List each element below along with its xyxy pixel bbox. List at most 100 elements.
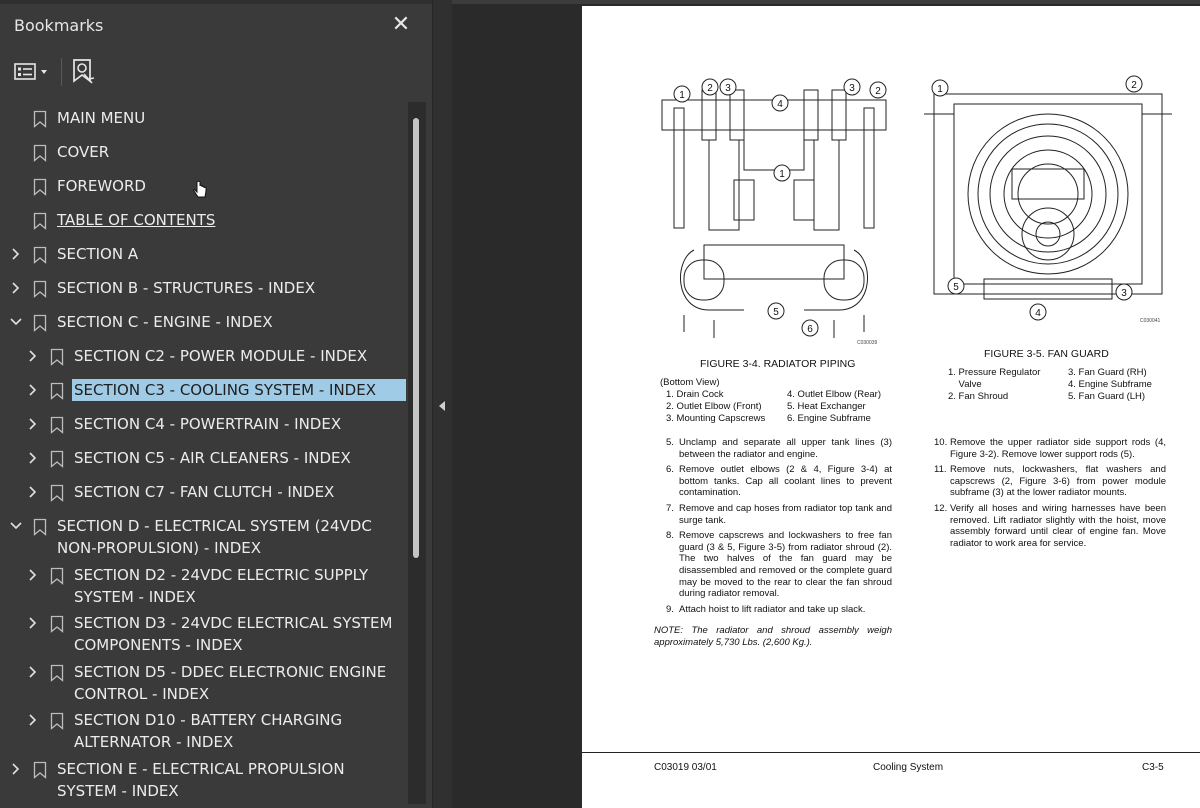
bookmark-item[interactable]: MAIN MENU [0, 107, 406, 129]
figure-3-4-caption: FIGURE 3-4. RADIATOR PIPING [700, 358, 856, 370]
svg-text:1: 1 [779, 169, 785, 180]
step-text: Remove outlet elbows (2 & 4, Figure 3-4)… [679, 464, 892, 499]
bookmark-icon [33, 212, 47, 230]
scrollbar-thumb[interactable] [413, 118, 419, 558]
bookmark-item[interactable]: SECTION D10 - BATTERY CHARGING ALTERNATO… [0, 709, 406, 753]
bookmark-item[interactable]: SECTION D - ELECTRICAL SYSTEM (24VDC NON… [0, 515, 406, 559]
bookmark-item[interactable]: SECTION C3 - COOLING SYSTEM - INDEX [0, 379, 406, 401]
close-panel-button[interactable]: ✕ [388, 12, 414, 38]
chevron-right-icon[interactable] [26, 568, 40, 582]
bookmark-item[interactable]: SECTION B - STRUCTURES - INDEX [0, 277, 406, 299]
bookmark-item[interactable]: SECTION C2 - POWER MODULE - INDEX [0, 345, 406, 367]
figure-3-4-legend-right: 4. Outlet Elbow (Rear) 5. Heat Exchanger 6… [787, 389, 881, 425]
bookmark-icon [33, 178, 47, 196]
new-bookmark-icon [73, 59, 95, 84]
chevron-right-icon[interactable] [9, 281, 23, 295]
step-number: 6. [666, 464, 674, 476]
bookmark-options-button[interactable] [12, 60, 52, 84]
fan-guard-figure: 1 2 5 4 3 [924, 75, 1172, 321]
step-number: 12. [934, 502, 948, 514]
step-text: Remove the upper radiator side support r… [950, 437, 1166, 460]
chevron-down-icon[interactable] [9, 315, 23, 329]
svg-text:1: 1 [937, 84, 943, 95]
bookmark-item[interactable]: SECTION D5 - DDEC ELECTRONIC ENGINE CONT… [0, 661, 406, 705]
chevron-right-icon[interactable] [26, 485, 40, 499]
chevron-right-icon[interactable] [26, 665, 40, 679]
figure-3-5-legend-left: 1. Pressure Regulator Valve 2. Fan Shroud [948, 367, 1040, 403]
bookmark-label: SECTION D10 - BATTERY CHARGING ALTERNATO… [74, 711, 343, 751]
figure-code: C030041 [1140, 318, 1161, 324]
legend-entry: 3. Fan Guard (RH) [1068, 367, 1147, 378]
bookmark-item[interactable]: SECTION C5 - AIR CLEANERS - INDEX [0, 447, 406, 469]
chevron-right-icon[interactable] [26, 616, 40, 630]
bookmark-item[interactable]: SECTION D2 - 24VDC ELECTRIC SUPPLY SYSTE… [0, 564, 406, 608]
chevron-right-icon[interactable] [26, 451, 40, 465]
bookmark-item[interactable]: SECTION A [0, 243, 406, 265]
bookmark-icon [50, 615, 64, 633]
svg-text:2: 2 [875, 86, 881, 97]
bookmark-icon [50, 382, 64, 400]
bookmark-item[interactable]: SECTION C7 - FAN CLUTCH - INDEX [0, 481, 406, 503]
bookmark-icon [33, 314, 47, 332]
step-text: Remove and cap hoses from radiator top t… [679, 502, 892, 526]
figure-3-5-caption: FIGURE 3-5. FAN GUARD [984, 348, 1109, 360]
new-bookmark-button[interactable] [70, 57, 96, 85]
footer-doc-code: C03019 03/01 [654, 762, 717, 773]
chevron-right-icon[interactable] [26, 349, 40, 363]
bookmark-label: SECTION C3 - COOLING SYSTEM - INDEX [72, 379, 406, 401]
bookmark-label: FOREWORD [57, 177, 146, 195]
bookmark-label: SECTION C5 - AIR CLEANERS - INDEX [74, 449, 351, 467]
bookmark-icon [33, 144, 47, 162]
procedure-step: 8. Remove capscrews and lockwashers to fr… [666, 530, 892, 600]
bookmark-icon [50, 484, 64, 502]
chevron-right-icon[interactable] [26, 713, 40, 727]
bookmarks-panel: Bookmarks ✕ MAIN MENU COVER FOREWORD TABLE … [0, 0, 432, 808]
bookmark-label: SECTION E - ELECTRICAL PROPULSION SYSTEM… [57, 760, 345, 800]
svg-text:1: 1 [679, 90, 685, 101]
svg-text:3: 3 [725, 83, 731, 94]
step-number: 11. [934, 464, 947, 476]
bookmark-item[interactable]: SECTION C - ENGINE - INDEX [0, 311, 406, 333]
procedure-step: 5. Unclamp and separate all upper tank li… [666, 437, 892, 460]
bookmark-icon [33, 280, 47, 298]
figure-3-4-view: (Bottom View) [660, 377, 720, 388]
procedure-step: 7. Remove and cap hoses from radiator top… [666, 503, 892, 526]
legend-entry: 1. Pressure Regulator [948, 367, 1041, 378]
chevron-down-icon[interactable] [9, 519, 23, 533]
procedure-step: 10. Remove the upper radiator side suppor… [934, 437, 1166, 460]
collapse-panel-icon[interactable] [436, 398, 448, 414]
footer-page-number: C3-5 [1142, 762, 1164, 773]
bookmark-label: SECTION D - ELECTRICAL SYSTEM (24VDC NON… [57, 517, 372, 557]
legend-entry: 6. Engine Subframe [787, 413, 871, 424]
toolbar-separator [61, 58, 62, 86]
mouse-pointer-icon [193, 180, 207, 198]
step-text: Unclamp and separate all upper tank line… [679, 437, 892, 460]
step-number: 5. [666, 437, 674, 448]
legend-entry: 3. Mounting Capscrews [666, 413, 766, 424]
step-number: 7. [666, 502, 674, 514]
panel-top-border [0, 0, 432, 4]
chevron-right-icon[interactable] [26, 417, 40, 431]
bookmark-item[interactable]: SECTION C4 - POWERTRAIN - INDEX [0, 413, 406, 435]
bookmark-item[interactable]: SECTION E - ELECTRICAL PROPULSION SYSTEM… [0, 758, 406, 802]
step-text: Verify all hoses and wiring harnesses ha… [950, 502, 1166, 549]
svg-text:2: 2 [707, 83, 713, 94]
footer-rule [582, 752, 1200, 753]
legend-entry: 2. Outlet Elbow (Front) [666, 401, 762, 412]
chevron-right-icon[interactable] [9, 762, 23, 776]
chevron-right-icon[interactable] [9, 247, 23, 261]
bookmark-label: TABLE OF CONTENTS [57, 211, 216, 229]
step-text: Attach hoist to lift radiator and take u… [679, 603, 866, 615]
step-text: Remove capscrews and lockwashers to free… [679, 530, 892, 600]
bookmark-icon [33, 110, 47, 128]
bookmark-item[interactable]: SECTION D3 - 24VDC ELECTRICAL SYSTEM COM… [0, 612, 406, 656]
chevron-right-icon[interactable] [26, 383, 40, 397]
bookmark-item[interactable]: TABLE OF CONTENTS [0, 209, 406, 231]
step-number: 10. [934, 437, 948, 448]
bookmark-tree: MAIN MENU COVER FOREWORD TABLE OF CONTENTS S… [0, 101, 406, 808]
viewport-top-border [452, 0, 1200, 4]
bookmark-icon [50, 416, 64, 434]
svg-text:2: 2 [1131, 80, 1137, 91]
bookmark-label: SECTION D5 - DDEC ELECTRONIC ENGINE CONT… [74, 663, 387, 703]
bookmark-item[interactable]: COVER [0, 141, 406, 163]
